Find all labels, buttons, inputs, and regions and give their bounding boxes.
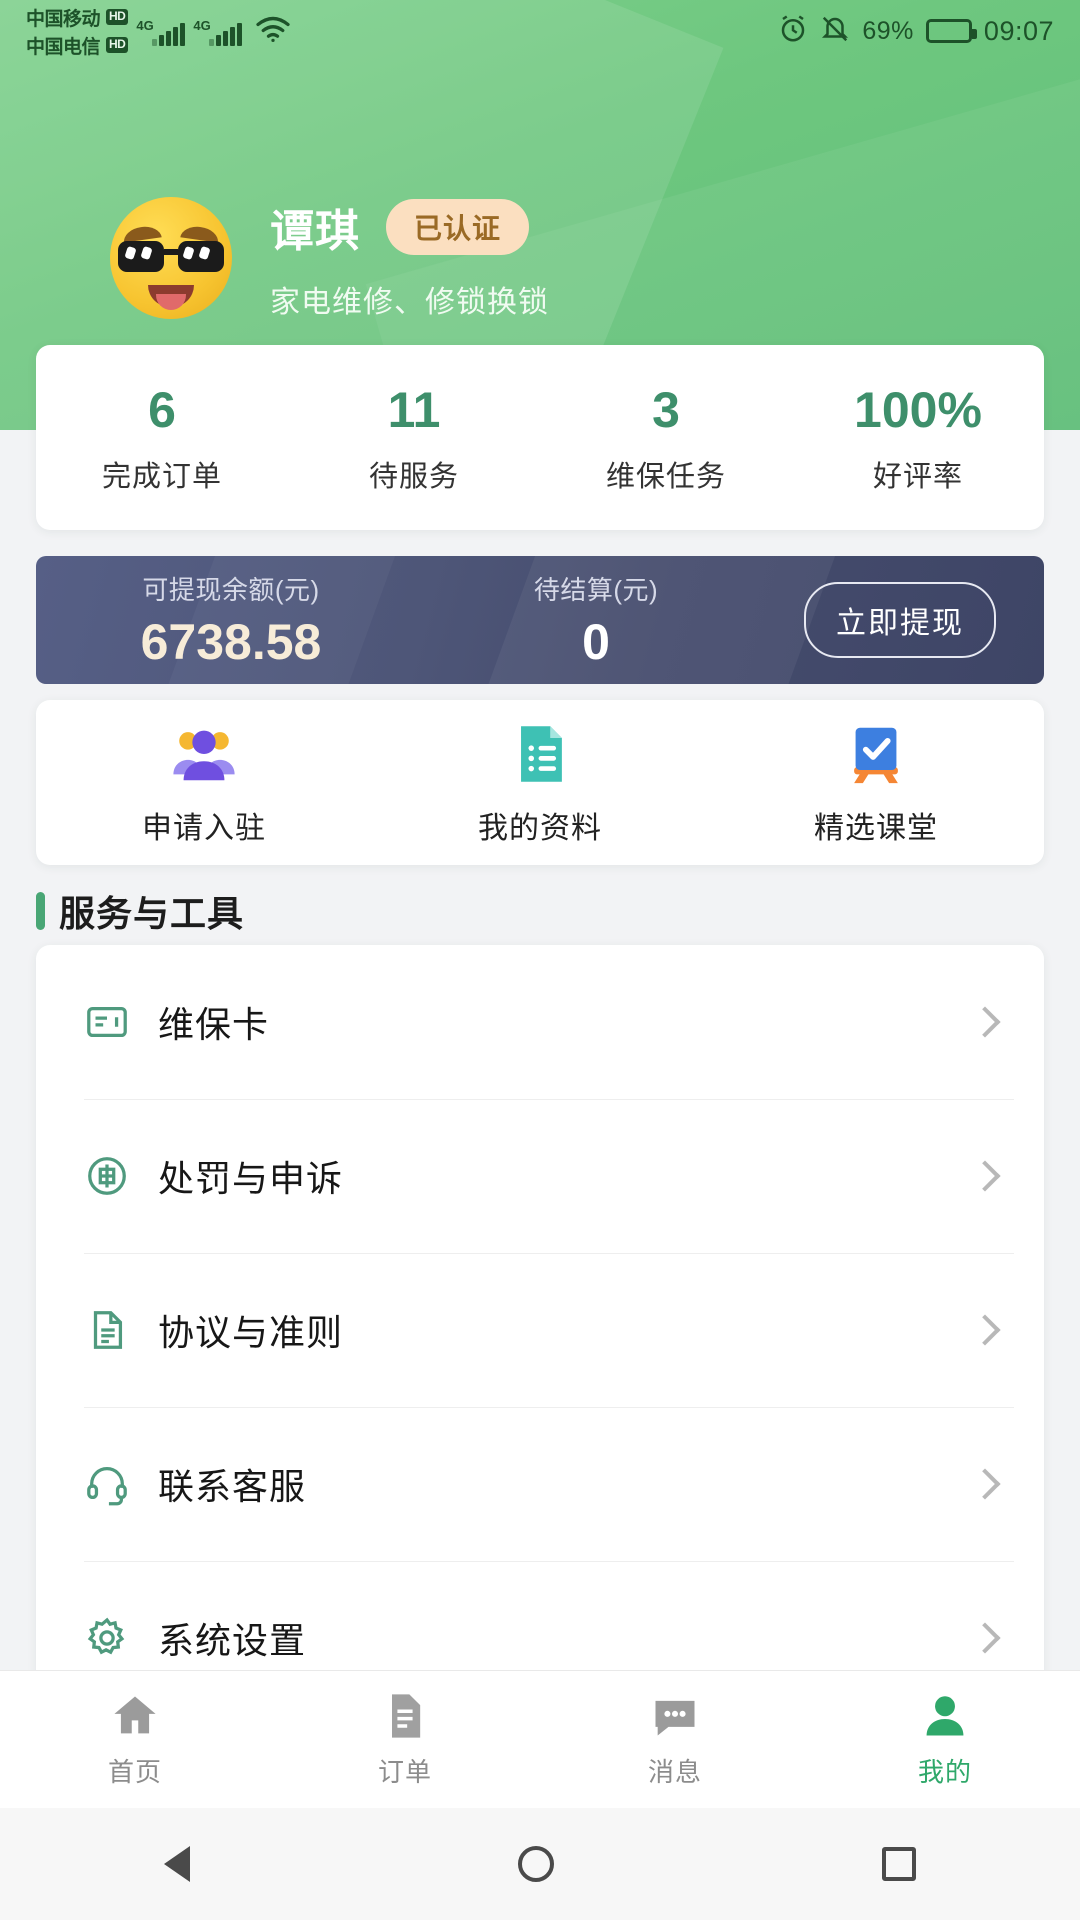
hd-badge: HD [106, 37, 129, 53]
profile-subtitle: 家电维修、修锁换锁 [270, 286, 549, 319]
hd-badge: HD [106, 9, 129, 25]
app-root: 中国移动 HD 中国电信 HD 4G 4G 69% 09:07 谭琪 已认证 家… [0, 0, 1080, 1920]
stat-label: 好评率 [872, 460, 963, 493]
menu-item-agreement-guidelines[interactable]: 协议与准则 [36, 1253, 1044, 1407]
triangle-back-icon[interactable] [164, 1846, 190, 1882]
stats-card: 6 完成订单 11 待服务 3 维保任务 100% 好评率 [36, 345, 1044, 530]
quick-actions-card: 申请入驻 我的资料 精选课堂 [36, 700, 1044, 865]
chevron-right-icon [969, 1622, 1001, 1654]
network-type-label: 4G [193, 18, 211, 33]
stat-item-rating[interactable]: 100% 好评率 [792, 381, 1044, 495]
wifi-icon [254, 14, 292, 49]
profile-block[interactable]: 谭琪 已认证 家电维修、修锁换锁 [0, 195, 1080, 321]
stat-value: 3 [652, 381, 680, 438]
carrier-list: 中国移动 HD 中国电信 HD [26, 4, 129, 59]
services-menu-list: 维保卡 处罚与申诉 协议与准则 联系客服 系统设置 [36, 945, 1044, 1715]
carrier-name: 中国移动 [26, 8, 101, 30]
wallet-balance-value: 6738.58 [140, 613, 322, 670]
quick-action-my-profile[interactable]: 我的资料 [372, 719, 708, 847]
tab-orders[interactable]: 订单 [270, 1690, 540, 1789]
quick-action-featured-class[interactable]: 精选课堂 [708, 719, 1044, 847]
messages-icon [649, 1690, 701, 1742]
signal-bars-sim2-icon: 4G [193, 16, 243, 46]
bottom-tab-bar: 首页 订单 消息 我的 [0, 1670, 1080, 1808]
agreement-document-icon [84, 1307, 130, 1353]
tab-label: 订单 [377, 1757, 432, 1787]
section-title-label: 服务与工具 [59, 893, 245, 934]
wallet-pending-block: 待结算(元) 0 [426, 570, 766, 671]
chevron-right-icon [969, 1160, 1001, 1192]
stat-item-completed-orders[interactable]: 6 完成订单 [36, 381, 288, 495]
document-list-icon [505, 719, 575, 789]
network-type-label: 4G [136, 18, 154, 33]
chevron-right-icon [969, 1006, 1001, 1038]
gear-settings-icon [84, 1615, 130, 1661]
status-badge: 已认证 [386, 199, 530, 255]
android-nav-bar [0, 1808, 1080, 1920]
stat-value: 100% [854, 381, 982, 438]
orders-icon [379, 1690, 431, 1742]
chevron-right-icon [969, 1468, 1001, 1500]
quick-action-label: 申请入驻 [142, 811, 266, 845]
status-bar-right: 69% 09:07 [778, 14, 1054, 49]
carrier-name: 中国电信 [26, 36, 101, 58]
bell-muted-icon [820, 14, 850, 49]
carrier-row: 中国移动 HD [26, 4, 129, 31]
section-header-services: 服务与工具 [36, 885, 244, 937]
maintenance-card-icon [84, 999, 130, 1045]
section-accent-bar [36, 892, 45, 930]
chevron-right-icon [969, 1314, 1001, 1346]
battery-icon [925, 19, 977, 43]
clock-label: 09:07 [983, 15, 1054, 46]
menu-item-label: 协议与准则 [158, 1312, 344, 1353]
stat-label: 待服务 [368, 460, 459, 493]
wallet-balance-label: 可提现余额(元) [142, 574, 320, 605]
menu-item-label: 联系客服 [158, 1466, 307, 1507]
people-group-icon [169, 719, 239, 789]
menu-item-label: 维保卡 [158, 1004, 270, 1045]
status-bar: 中国移动 HD 中国电信 HD 4G 4G 69% 09:07 [0, 0, 1080, 62]
wallet-card[interactable]: 可提现余额(元) 6738.58 待结算(元) 0 立即提现 [36, 556, 1044, 684]
menu-item-label: 处罚与申诉 [158, 1158, 344, 1199]
tab-profile[interactable]: 我的 [810, 1690, 1080, 1789]
wallet-pending-label: 待结算(元) [533, 574, 659, 605]
headset-support-icon [84, 1461, 130, 1507]
profile-text: 谭琪 已认证 家电维修、修锁换锁 [270, 195, 549, 321]
signal-bars-sim1-icon: 4G [136, 16, 186, 46]
square-recents-icon[interactable] [882, 1847, 916, 1881]
tab-label: 首页 [107, 1757, 162, 1787]
profile-icon [919, 1690, 971, 1742]
home-icon [109, 1690, 161, 1742]
stat-label: 维保任务 [605, 460, 726, 493]
quick-action-apply-join[interactable]: 申请入驻 [36, 719, 372, 847]
wallet-balance-block: 可提现余额(元) 6738.58 [36, 570, 426, 671]
status-bar-left: 中国移动 HD 中国电信 HD 4G 4G [26, 4, 292, 59]
tab-home[interactable]: 首页 [0, 1690, 270, 1789]
tab-label: 我的 [917, 1757, 972, 1787]
quick-action-label: 精选课堂 [814, 811, 938, 845]
menu-item-maintenance-card[interactable]: 维保卡 [36, 945, 1044, 1099]
stat-item-maintenance-tasks[interactable]: 3 维保任务 [540, 381, 792, 495]
profile-name-row: 谭琪 已认证 [270, 195, 549, 259]
page-title: 谭琪 [270, 207, 360, 256]
wallet-pending-value: 0 [582, 613, 610, 670]
quick-action-label: 我的资料 [478, 811, 602, 845]
battery-percent-label: 69% [862, 16, 914, 45]
menu-item-label: 系统设置 [158, 1620, 307, 1661]
alarm-clock-icon [778, 14, 808, 49]
stat-item-pending-service[interactable]: 11 待服务 [288, 381, 540, 495]
penalty-appeal-icon [84, 1153, 130, 1199]
menu-item-penalty-appeal[interactable]: 处罚与申诉 [36, 1099, 1044, 1253]
menu-item-contact-support[interactable]: 联系客服 [36, 1407, 1044, 1561]
whiteboard-check-icon [841, 719, 911, 789]
withdraw-button[interactable]: 立即提现 [804, 582, 996, 658]
carrier-row: 中国电信 HD [26, 32, 129, 59]
stat-label: 完成订单 [101, 460, 222, 493]
avatar[interactable] [110, 197, 232, 319]
tab-label: 消息 [647, 1757, 702, 1787]
stat-value: 11 [387, 381, 441, 438]
stat-value: 6 [148, 381, 176, 438]
circle-home-icon[interactable] [518, 1846, 554, 1882]
tab-messages[interactable]: 消息 [540, 1690, 810, 1789]
